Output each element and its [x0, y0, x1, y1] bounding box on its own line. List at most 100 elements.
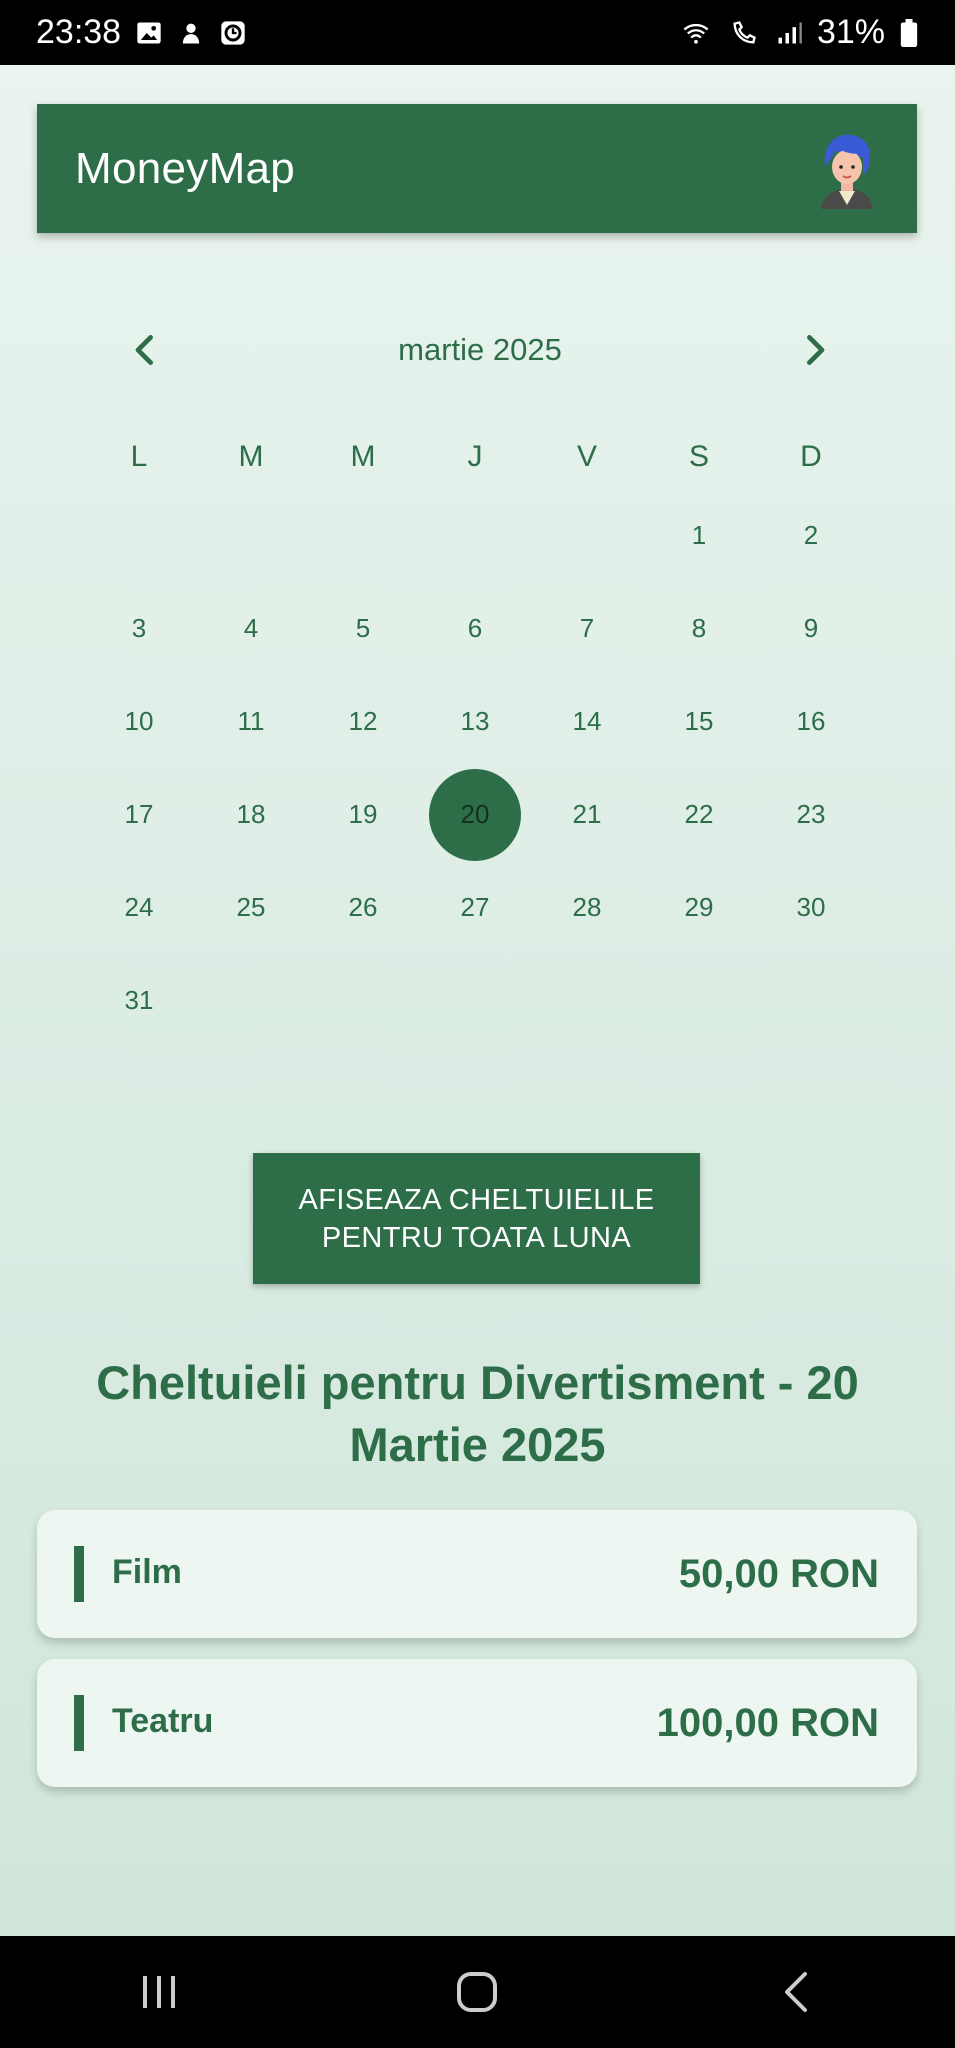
calendar-day[interactable]: 23: [755, 768, 867, 861]
calendar-day-number: 21: [572, 799, 602, 829]
calendar-day-number: 30: [796, 892, 826, 922]
calendar-day-number: 27: [460, 892, 490, 922]
calendar-day[interactable]: 26: [307, 861, 419, 954]
calendar-day-number: 11: [237, 706, 265, 736]
calendar-grid: L M M J V S D 1 2 3 4 5 6 7 8 9 10 11 12 13 14 15 16 17 18 19 20 21…: [83, 425, 873, 1047]
calendar-day[interactable]: 2: [755, 489, 867, 582]
home-button[interactable]: [437, 1952, 517, 2032]
section-title-line2: Martie 2025: [349, 1418, 606, 1471]
month-button-label-line2: PENTRU TOATA LUNA: [321, 1221, 632, 1254]
calendar-day[interactable]: 19: [307, 768, 419, 861]
calendar-day[interactable]: 11: [195, 675, 307, 768]
back-button[interactable]: [756, 1952, 836, 2032]
calendar-header: martie 2025: [120, 320, 840, 380]
calendar-day[interactable]: 21: [531, 768, 643, 861]
calendar-day[interactable]: 6: [419, 582, 531, 675]
calendar-empty-cell: [531, 489, 643, 582]
calendar-day-number: 12: [348, 706, 378, 736]
signal-icon: [778, 22, 802, 43]
calendar-day-number: 26: [348, 892, 378, 922]
calendar-day[interactable]: 25: [195, 861, 307, 954]
calendar-day-number: 28: [572, 892, 602, 922]
calendar-day[interactable]: 4: [195, 582, 307, 675]
calendar-day-number: 25: [236, 892, 266, 922]
calendar-day[interactable]: 5: [307, 582, 419, 675]
calendar-day-number: 3: [131, 613, 147, 643]
section-title-line1: Cheltuieli pentru Divertisment - 20: [96, 1356, 859, 1409]
calendar-day[interactable]: 9: [755, 582, 867, 675]
weekday-label: L: [130, 440, 148, 473]
calendar-day[interactable]: 16: [755, 675, 867, 768]
expense-name: Film: [112, 1552, 182, 1591]
calendar-day[interactable]: 27: [419, 861, 531, 954]
calendar-day-number: 18: [236, 799, 266, 829]
calendar-day-number: 17: [124, 799, 154, 829]
calendar-day-selected[interactable]: 20: [419, 768, 531, 861]
calendar-day-number: 8: [691, 613, 707, 643]
battery-percent: 31%: [816, 13, 885, 51]
calendar-day[interactable]: 15: [643, 675, 755, 768]
calendar-day-number: 13: [460, 706, 490, 736]
expense-accent-bar: [74, 1546, 84, 1602]
calendar-day-number: 20: [460, 799, 490, 829]
calendar-day[interactable]: 8: [643, 582, 755, 675]
recent-apps-icon: [143, 1976, 176, 2008]
calendar-day[interactable]: 18: [195, 768, 307, 861]
calendar-day-number: 5: [355, 613, 371, 643]
calendar-day-number: 4: [243, 613, 259, 643]
weekday-label: M: [350, 440, 376, 473]
expense-card[interactable]: Film 50,00 RON: [37, 1510, 917, 1638]
calendar-day[interactable]: 31: [83, 954, 195, 1047]
status-bar: 23:38 31%: [0, 0, 955, 65]
app-title: MoneyMap: [75, 143, 296, 193]
expense-card[interactable]: Teatru 100,00 RON: [37, 1659, 917, 1787]
expense-accent-bar: [74, 1695, 84, 1751]
calendar-day-number: 15: [684, 706, 714, 736]
calendar-empty-cell: [195, 489, 307, 582]
recent-apps-button[interactable]: [119, 1952, 199, 2032]
next-month-button[interactable]: [790, 325, 840, 375]
calendar-day-number: 7: [579, 613, 595, 643]
calendar-day[interactable]: 30: [755, 861, 867, 954]
calendar-day[interactable]: 28: [531, 861, 643, 954]
calendar-day-number: 6: [467, 613, 483, 643]
chevron-right-icon: [807, 335, 825, 365]
calendar-day[interactable]: 29: [643, 861, 755, 954]
month-button-label-line1: AFISEAZA CHELTUIELILE: [298, 1183, 655, 1216]
show-month-expenses-button[interactable]: AFISEAZA CHELTUIELILE PENTRU TOATA LUNA: [253, 1153, 700, 1284]
wifi-calling-icon: [733, 20, 756, 44]
weekday-label: D: [800, 440, 822, 473]
calendar-day[interactable]: 13: [419, 675, 531, 768]
section-title: Cheltuieli pentru Divertisment - 20 Mart…: [60, 1352, 895, 1476]
calendar-day[interactable]: 17: [83, 768, 195, 861]
calendar-day[interactable]: 24: [83, 861, 195, 954]
calendar-day[interactable]: 12: [307, 675, 419, 768]
battery-icon: [900, 18, 918, 47]
calendar-day[interactable]: 3: [83, 582, 195, 675]
calendar-day-number: 16: [796, 706, 826, 736]
calendar-day-number: 2: [803, 520, 819, 550]
calendar-day-number: 23: [796, 799, 826, 829]
calendar-day[interactable]: 1: [643, 489, 755, 582]
clock-app-icon: [221, 20, 245, 45]
calendar-day[interactable]: 22: [643, 768, 755, 861]
calendar-day-number: 29: [684, 892, 714, 922]
calendar-day-number: 10: [124, 706, 154, 736]
calendar-day[interactable]: 7: [531, 582, 643, 675]
weekday-label: M: [238, 440, 264, 473]
expense-amount: 50,00 RON: [678, 1551, 879, 1596]
calendar-day-number: 9: [803, 613, 819, 643]
app-bar: MoneyMap: [37, 104, 917, 233]
calendar-empty-cell: [83, 489, 195, 582]
weekday-label: V: [576, 440, 597, 473]
home-icon: [457, 1972, 498, 2012]
prev-month-button[interactable]: [120, 325, 170, 375]
calendar-day[interactable]: 14: [531, 675, 643, 768]
wifi-icon: [683, 23, 709, 44]
weekday-label: S: [688, 440, 709, 473]
avatar-icon[interactable]: [807, 129, 887, 209]
calendar-day[interactable]: 10: [83, 675, 195, 768]
calendar-day-number: 22: [684, 799, 714, 829]
weekday-label: J: [467, 440, 483, 473]
chevron-left-icon: [135, 335, 153, 365]
